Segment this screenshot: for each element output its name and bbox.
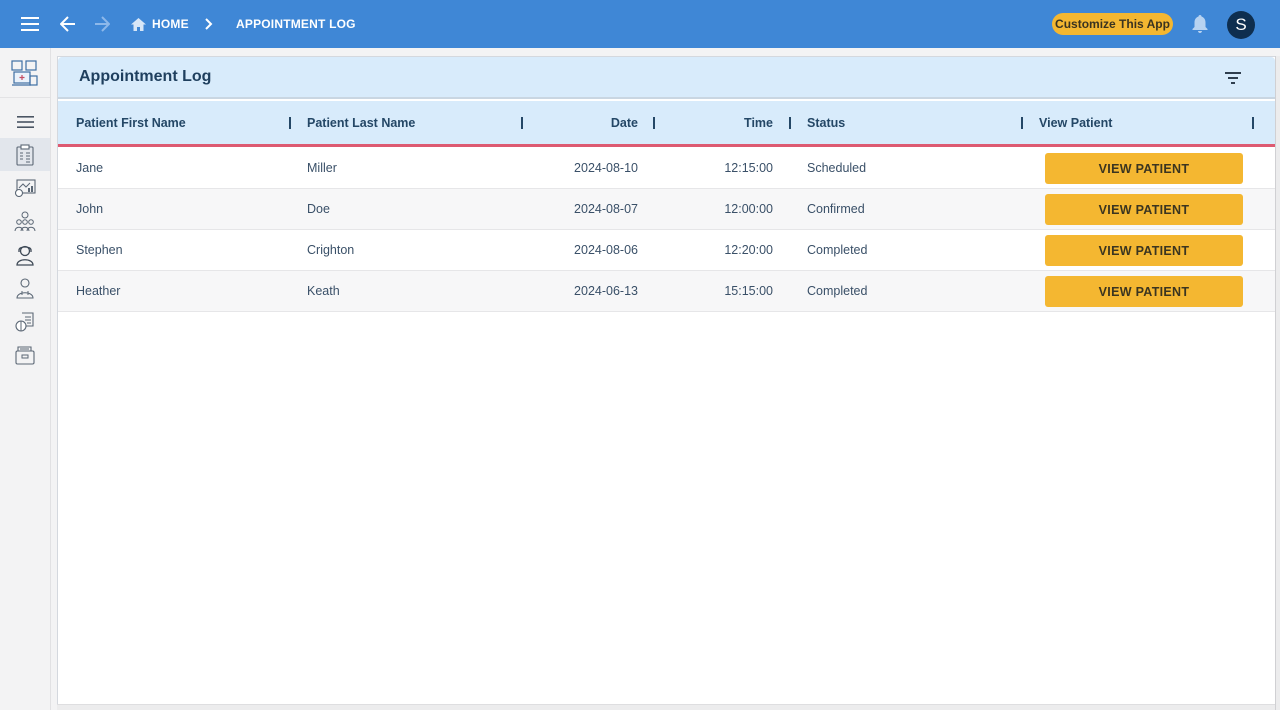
cell-time: 12:15:00 (724, 161, 773, 175)
sidebar-menu-toggle[interactable] (0, 105, 50, 138)
column-resize-handle[interactable] (653, 117, 655, 129)
file-drawer-icon (15, 345, 35, 365)
forward-arrow-icon[interactable] (90, 12, 114, 36)
panel-header: Appointment Log (58, 57, 1275, 99)
column-header-last-name[interactable]: Patient Last Name (307, 101, 507, 144)
table-row[interactable]: John Doe 2024-08-07 12:00:00 Confirmed V… (58, 189, 1275, 230)
back-arrow-icon[interactable] (56, 12, 80, 36)
sidebar-item-receptionist[interactable] (0, 238, 50, 271)
view-patient-button[interactable]: VIEW PATIENT (1045, 276, 1243, 307)
cell-date: 2024-06-13 (574, 284, 638, 298)
home-icon (131, 17, 146, 31)
cell-date: 2024-08-07 (574, 202, 638, 216)
cell-time: 12:20:00 (724, 243, 773, 257)
app-logo[interactable] (0, 48, 50, 98)
cell-date: 2024-08-10 (574, 161, 638, 175)
cell-last-name: Doe (307, 202, 330, 216)
customize-app-button[interactable]: Customize This App (1052, 13, 1173, 35)
top-app-bar: HOME APPOINTMENT LOG Customize This App … (0, 0, 1280, 48)
column-header-status[interactable]: Status (807, 101, 1007, 144)
table-header: Patient First Name Patient Last Name Dat… (58, 101, 1275, 147)
column-resize-handle[interactable] (521, 117, 523, 129)
table-row[interactable]: Jane Miller 2024-08-10 12:15:00 Schedule… (58, 148, 1275, 189)
table-row[interactable]: Stephen Crighton 2024-08-06 12:20:00 Com… (58, 230, 1275, 271)
hamburger-menu-icon[interactable] (18, 12, 42, 36)
cell-date: 2024-08-06 (574, 243, 638, 257)
column-resize-handle[interactable] (289, 117, 291, 129)
view-patient-button[interactable]: VIEW PATIENT (1045, 235, 1243, 266)
breadcrumb-current: APPOINTMENT LOG (236, 17, 356, 31)
sidebar-item-prescriptions[interactable] (0, 305, 50, 338)
view-patient-button[interactable]: VIEW PATIENT (1045, 153, 1243, 184)
headset-person-icon (16, 245, 34, 266)
column-resize-handle[interactable] (1252, 117, 1254, 129)
column-header-time[interactable]: Time (670, 101, 773, 144)
cell-time: 15:15:00 (724, 284, 773, 298)
sidebar-item-records[interactable] (0, 338, 50, 371)
cell-status: Completed (807, 243, 868, 257)
sidebar-item-appointment-log[interactable] (0, 138, 50, 171)
filter-button[interactable] (1223, 68, 1243, 88)
sidebar (0, 48, 51, 710)
cell-status: Confirmed (807, 202, 865, 216)
sidebar-item-doctors[interactable] (0, 271, 50, 304)
pills-document-icon (15, 311, 34, 332)
doctor-icon (16, 277, 34, 299)
cell-last-name: Crighton (307, 243, 355, 257)
chevron-right-icon (205, 0, 213, 48)
breadcrumb-home[interactable]: HOME (131, 0, 189, 48)
cell-first-name: John (76, 202, 104, 216)
sidebar-item-patients[interactable] (0, 205, 50, 238)
clinic-app-logo-icon (11, 59, 38, 86)
hamburger-menu-icon (16, 115, 34, 128)
vertical-scrollbar[interactable] (1275, 56, 1280, 710)
cell-last-name: Keath (307, 284, 340, 298)
breadcrumb-home-label: HOME (152, 17, 189, 31)
page-title: Appointment Log (79, 68, 212, 85)
cell-time: 12:00:00 (724, 202, 773, 216)
filter-icon (1225, 72, 1241, 84)
column-header-date[interactable]: Date (538, 101, 638, 144)
chart-board-icon (14, 178, 36, 197)
user-avatar[interactable]: S (1227, 11, 1255, 39)
cell-first-name: Stephen (76, 243, 123, 257)
view-patient-button[interactable]: VIEW PATIENT (1045, 194, 1243, 225)
clipboard-icon (16, 143, 34, 166)
cell-last-name: Miller (307, 161, 337, 175)
column-header-view-patient[interactable]: View Patient (1039, 101, 1239, 144)
sidebar-item-reports[interactable] (0, 171, 50, 204)
column-resize-handle[interactable] (789, 117, 791, 129)
appointment-log-panel: Appointment Log Patient First Name Patie… (57, 56, 1276, 710)
group-icon (14, 211, 36, 231)
horizontal-scrollbar[interactable] (57, 704, 1276, 710)
cell-first-name: Jane (76, 161, 104, 175)
column-resize-handle[interactable] (1021, 117, 1023, 129)
bell-icon[interactable] (1188, 12, 1212, 36)
table-row[interactable]: Heather Keath 2024-06-13 15:15:00 Comple… (58, 271, 1275, 312)
cell-first-name: Heather (76, 284, 121, 298)
cell-status: Scheduled (807, 161, 867, 175)
cell-status: Completed (807, 284, 868, 298)
column-header-first-name[interactable]: Patient First Name (76, 101, 276, 144)
